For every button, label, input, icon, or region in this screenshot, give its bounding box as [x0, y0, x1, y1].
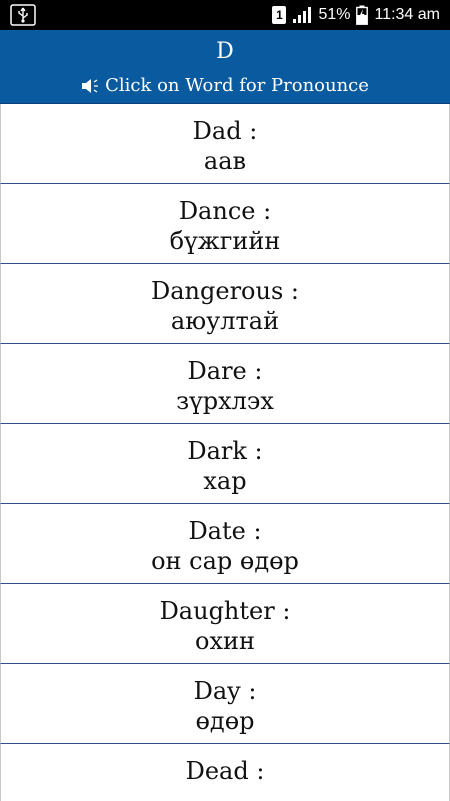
clock: 11:34 am [374, 6, 440, 23]
word-translation: аав [203, 147, 247, 175]
word-english: Dare : [187, 357, 263, 385]
word-item-dare[interactable]: Dare : зүрхлэх [0, 344, 450, 424]
word-english: Dangerous : [151, 277, 299, 305]
word-item-date[interactable]: Date : он сар өдөр [0, 504, 450, 584]
speaker-icon [82, 79, 99, 93]
word-item-day[interactable]: Day : өдөр [0, 664, 450, 744]
word-translation: зүрхлэх [176, 387, 274, 415]
signal-icon [293, 7, 312, 23]
word-english: Dead : [185, 757, 265, 785]
usb-icon [10, 4, 36, 26]
battery-charging-icon [356, 5, 369, 25]
page-title: D [216, 39, 234, 64]
word-item-dead[interactable]: Dead : [0, 744, 450, 801]
word-translation: охин [195, 627, 255, 655]
word-english: Dark : [187, 437, 263, 465]
word-english: Dad : [192, 117, 258, 145]
word-item-dad[interactable]: Dad : аав [0, 104, 450, 184]
word-list: Dad : аав Dance : бүжгийн Dangerous : аю… [0, 103, 450, 801]
battery-percent: 51% [318, 6, 351, 23]
pronounce-hint-text: Click on Word for Pronounce [105, 75, 369, 96]
word-item-dance[interactable]: Dance : бүжгийн [0, 184, 450, 264]
word-english: Day : [193, 677, 257, 705]
word-english: Dance : [178, 197, 272, 225]
word-translation: бүжгийн [169, 227, 281, 255]
word-translation: хар [203, 467, 247, 495]
app-header: D Click on Word for Pronounce [0, 30, 450, 103]
status-indicators: 1 51% 11:34 am [272, 0, 440, 30]
word-item-daughter[interactable]: Daughter : охин [0, 584, 450, 664]
status-bar: 1 51% 11:34 am [0, 0, 450, 30]
word-item-dangerous[interactable]: Dangerous : аюултай [0, 264, 450, 344]
word-translation: аюултай [170, 307, 280, 335]
sim-indicator: 1 [272, 6, 287, 24]
word-item-dark[interactable]: Dark : хар [0, 424, 450, 504]
pronounce-hint: Click on Word for Pronounce [0, 74, 450, 98]
word-translation: өдөр [195, 707, 255, 735]
word-english: Date : [188, 517, 262, 545]
word-english: Daughter : [159, 597, 291, 625]
word-translation: он сар өдөр [151, 547, 299, 575]
